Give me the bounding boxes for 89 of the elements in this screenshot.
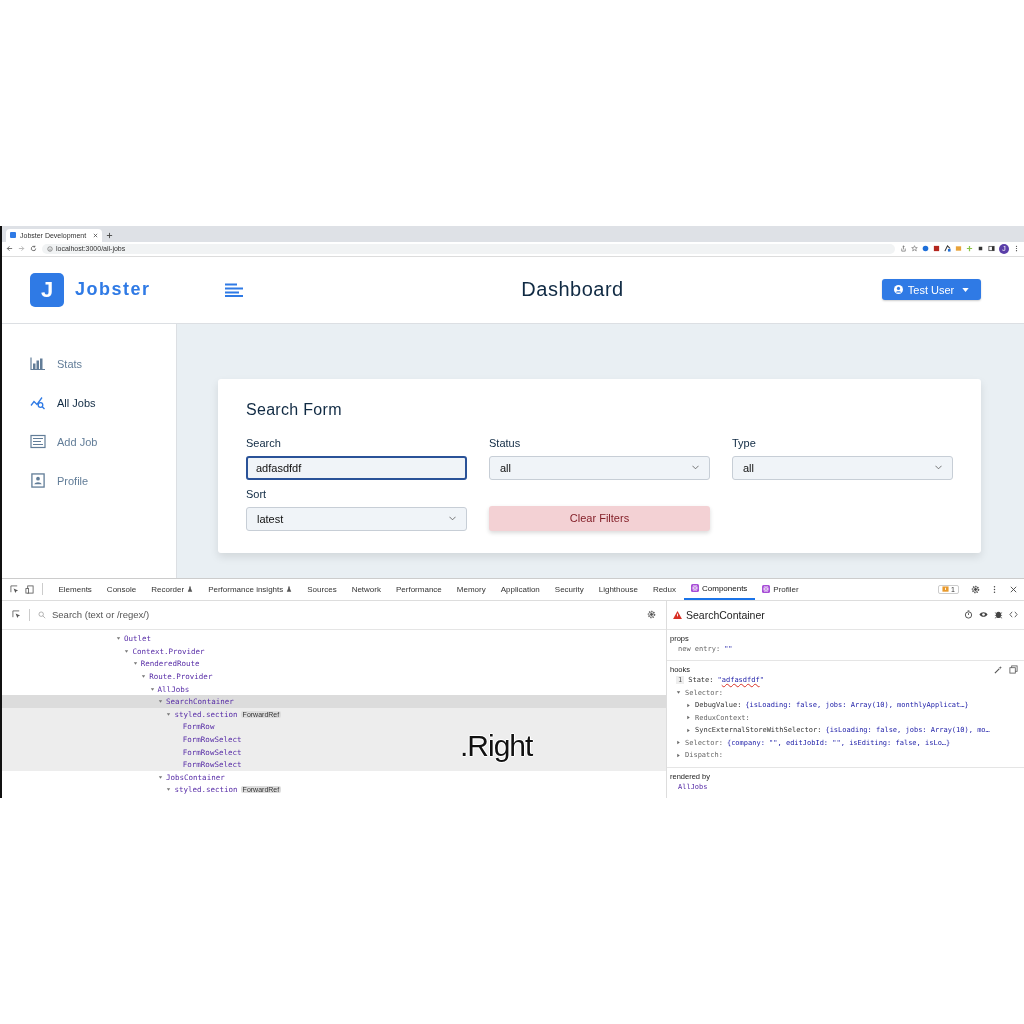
sidebar-item[interactable]: Add Job bbox=[30, 431, 176, 452]
devtools-tab[interactable]: Performance bbox=[388, 578, 450, 600]
caret-icon[interactable] bbox=[158, 699, 163, 705]
field-label: Sort bbox=[246, 487, 268, 500]
sidebar-icon[interactable] bbox=[988, 245, 995, 253]
new-tab-icon[interactable] bbox=[106, 231, 113, 239]
devtools-tab[interactable]: Security bbox=[547, 578, 592, 600]
select-field[interactable]: latest bbox=[246, 506, 467, 531]
settings-icon[interactable] bbox=[647, 610, 656, 619]
favicon-icon bbox=[10, 232, 16, 239]
form-title: Search Form bbox=[246, 400, 343, 419]
sidebar-item[interactable]: Profile bbox=[30, 470, 176, 491]
caret-icon bbox=[962, 287, 970, 292]
caret-icon[interactable] bbox=[116, 636, 121, 642]
menu-icon[interactable] bbox=[225, 282, 243, 297]
inspect-icon[interactable] bbox=[10, 584, 19, 594]
logo-text: Jobster bbox=[75, 279, 151, 301]
caret-icon[interactable] bbox=[141, 674, 147, 680]
clear-filters-button[interactable]: Clear Filters bbox=[489, 505, 710, 531]
caret-icon[interactable] bbox=[124, 648, 130, 654]
chevron-down-icon bbox=[692, 465, 699, 471]
devtools-tab[interactable]: Performance insights bbox=[200, 578, 300, 600]
component-name: SearchContainer bbox=[686, 608, 765, 621]
timer-icon[interactable] bbox=[964, 610, 973, 619]
field-label: Status bbox=[489, 436, 522, 449]
user-icon bbox=[893, 285, 903, 295]
chevron-down-icon bbox=[449, 516, 456, 522]
atom-icon bbox=[762, 585, 771, 593]
caret-icon[interactable] bbox=[686, 727, 691, 733]
info-icon bbox=[47, 245, 53, 252]
wand-icon[interactable] bbox=[994, 665, 1003, 674]
form-icon bbox=[30, 434, 46, 450]
caret-icon[interactable] bbox=[686, 715, 691, 721]
devtools-tab[interactable]: Recorder bbox=[143, 578, 201, 600]
caret-icon[interactable] bbox=[166, 711, 172, 717]
caret-icon[interactable] bbox=[132, 661, 138, 667]
devtools-tab[interactable]: Elements bbox=[51, 578, 100, 600]
caret-icon[interactable] bbox=[686, 702, 691, 708]
reload-icon[interactable] bbox=[30, 245, 37, 253]
id-card-icon bbox=[30, 473, 46, 489]
caret-icon[interactable] bbox=[676, 752, 681, 758]
select-field[interactable]: all bbox=[489, 455, 710, 480]
subtitle-caption: .Right bbox=[460, 729, 533, 763]
warning-icon bbox=[673, 610, 682, 619]
extension-icon[interactable] bbox=[944, 245, 951, 253]
share-icon[interactable] bbox=[900, 245, 907, 253]
close-icon[interactable] bbox=[93, 232, 98, 238]
caret-icon[interactable] bbox=[149, 686, 155, 692]
back-icon[interactable] bbox=[6, 245, 13, 253]
devtools-tab[interactable]: Memory bbox=[449, 578, 494, 600]
devtools-tab[interactable]: Application bbox=[493, 578, 548, 600]
bar-chart-icon bbox=[30, 356, 46, 372]
flask-icon bbox=[286, 586, 293, 592]
caret-icon[interactable] bbox=[676, 690, 681, 696]
menu-icon[interactable] bbox=[1013, 245, 1020, 253]
search-icon bbox=[38, 610, 46, 619]
logo-mark: J bbox=[30, 272, 64, 307]
search-field[interactable]: adfasdfdf bbox=[246, 455, 467, 480]
chevron-down-icon bbox=[935, 465, 942, 471]
code-icon[interactable] bbox=[1009, 610, 1018, 619]
extension-icon[interactable] bbox=[977, 245, 984, 253]
field-label: Type bbox=[732, 436, 757, 449]
devtools-tab[interactable]: Redux bbox=[645, 578, 684, 600]
device-icon[interactable] bbox=[25, 584, 34, 594]
sidebar-item[interactable]: Stats bbox=[30, 353, 176, 374]
copy-icon[interactable] bbox=[1009, 665, 1018, 674]
atom-icon bbox=[691, 584, 699, 592]
star-icon[interactable] bbox=[911, 245, 918, 253]
caret-icon[interactable] bbox=[158, 774, 163, 780]
settings-icon[interactable] bbox=[971, 584, 980, 594]
select-element-icon[interactable] bbox=[12, 610, 21, 619]
sidebar-item[interactable]: All Jobs bbox=[30, 392, 176, 413]
field-label: Search bbox=[246, 436, 282, 449]
devtools-tab[interactable]: Network bbox=[344, 578, 389, 600]
user-menu-button[interactable]: Test User bbox=[882, 279, 981, 301]
flask-icon bbox=[187, 586, 194, 592]
devtools-tab[interactable]: Console bbox=[99, 578, 144, 600]
select-field[interactable]: all bbox=[732, 455, 953, 480]
bug-icon[interactable] bbox=[994, 610, 1003, 619]
eye-icon[interactable] bbox=[979, 610, 988, 619]
devtools-tab[interactable]: Lighthouse bbox=[591, 578, 646, 600]
caret-icon[interactable] bbox=[166, 787, 172, 793]
devtools-tab[interactable]: Sources bbox=[299, 578, 345, 600]
caret-icon[interactable] bbox=[676, 740, 681, 746]
chart-search-icon bbox=[30, 395, 46, 411]
devtools-tab[interactable]: Components bbox=[683, 578, 755, 600]
page-title: Dashboard bbox=[520, 278, 625, 302]
devtools-tab[interactable]: Profiler bbox=[754, 578, 807, 600]
close-icon[interactable] bbox=[1009, 584, 1018, 594]
